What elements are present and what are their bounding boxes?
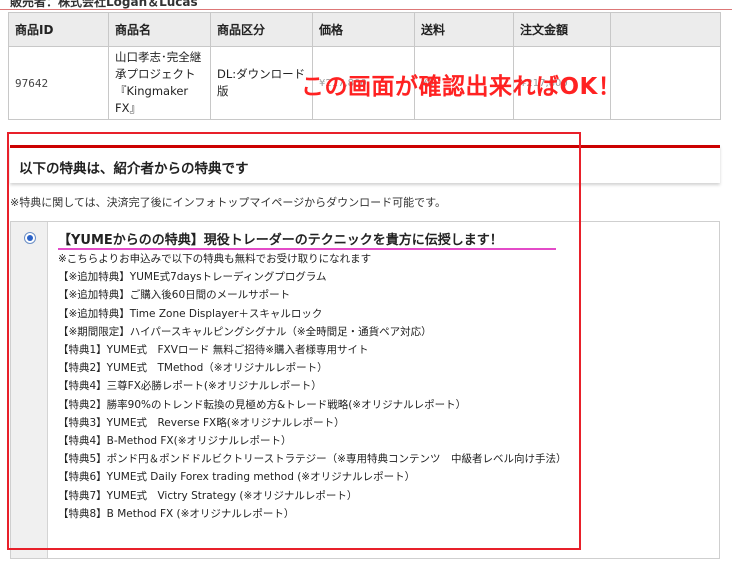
- cell-product-name: 山口孝志･完全継承プロジェクト『Kingmaker FX』: [108, 46, 211, 120]
- col-header-price: 価格: [312, 12, 415, 47]
- order-table: 商品ID 商品名 商品区分 価格 送料 注文金額 97642 山口孝志･完全継承…: [8, 12, 721, 120]
- col-header-shipping: 送料: [414, 12, 514, 47]
- cell-product-id: 97642: [8, 46, 109, 120]
- col-header-product-name: 商品名: [108, 12, 211, 47]
- col-header-category: 商品区分: [210, 12, 313, 47]
- confirmation-callout: この画面が確認出来ればOK！: [301, 74, 622, 100]
- top-divider: [0, 9, 732, 10]
- table-header-row: 商品ID 商品名 商品区分 価格 送料 注文金額: [8, 12, 721, 47]
- annotation-highlight-box: [7, 132, 581, 550]
- col-header-extra: [610, 12, 721, 47]
- cell-extra: [610, 46, 721, 120]
- cell-category: DL:ダウンロード版: [210, 46, 313, 120]
- col-header-total: 注文金額: [513, 12, 611, 47]
- col-header-product-id: 商品ID: [8, 12, 109, 47]
